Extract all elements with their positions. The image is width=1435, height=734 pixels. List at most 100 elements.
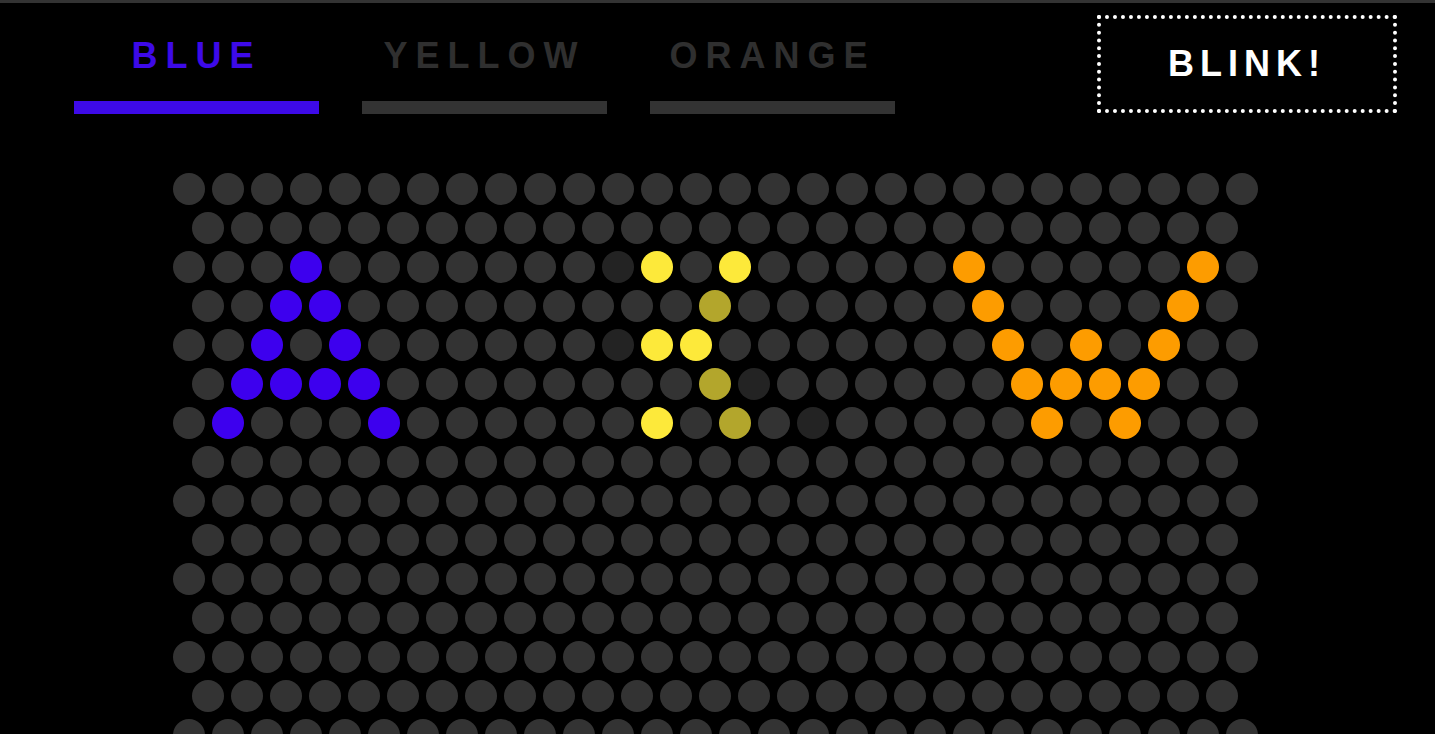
led-dot[interactable] <box>1050 368 1082 400</box>
led-dot[interactable] <box>251 563 283 595</box>
led-dot[interactable] <box>446 563 478 595</box>
led-dot[interactable] <box>231 290 263 322</box>
led-dot[interactable] <box>368 485 400 517</box>
led-dot[interactable] <box>699 680 731 712</box>
led-dot[interactable] <box>407 407 439 439</box>
led-dot[interactable] <box>641 173 673 205</box>
led-dot[interactable] <box>719 563 751 595</box>
led-dot[interactable] <box>1050 446 1082 478</box>
led-dot[interactable] <box>894 368 926 400</box>
led-dot[interactable] <box>641 407 673 439</box>
led-dot[interactable] <box>387 290 419 322</box>
led-dot[interactable] <box>933 212 965 244</box>
led-dot[interactable] <box>1128 680 1160 712</box>
led-dot[interactable] <box>914 251 946 283</box>
led-dot[interactable] <box>719 173 751 205</box>
led-dot[interactable] <box>680 407 712 439</box>
led-dot[interactable] <box>758 563 790 595</box>
led-dot[interactable] <box>212 719 244 734</box>
led-dot[interactable] <box>348 602 380 634</box>
led-dot[interactable] <box>309 680 341 712</box>
led-dot[interactable] <box>212 173 244 205</box>
led-dot[interactable] <box>875 641 907 673</box>
led-dot[interactable] <box>290 641 322 673</box>
led-dot[interactable] <box>1187 407 1219 439</box>
led-dot[interactable] <box>797 563 829 595</box>
led-dot[interactable] <box>816 680 848 712</box>
led-dot[interactable] <box>329 563 361 595</box>
led-dot[interactable] <box>1167 602 1199 634</box>
led-dot[interactable] <box>368 251 400 283</box>
led-dot[interactable] <box>680 173 712 205</box>
led-dot[interactable] <box>855 602 887 634</box>
led-dot[interactable] <box>524 173 556 205</box>
led-dot[interactable] <box>348 680 380 712</box>
led-dot[interactable] <box>485 173 517 205</box>
led-dot[interactable] <box>1011 368 1043 400</box>
led-dot[interactable] <box>1070 485 1102 517</box>
led-dot[interactable] <box>836 173 868 205</box>
tab[interactable]: BLUE <box>74 36 319 114</box>
led-dot[interactable] <box>1089 680 1121 712</box>
led-dot[interactable] <box>777 524 809 556</box>
led-dot[interactable] <box>329 641 361 673</box>
led-dot[interactable] <box>270 446 302 478</box>
led-dot[interactable] <box>972 680 1004 712</box>
led-dot[interactable] <box>1109 485 1141 517</box>
led-dot[interactable] <box>543 602 575 634</box>
led-dot[interactable] <box>992 485 1024 517</box>
led-dot[interactable] <box>953 719 985 734</box>
led-dot[interactable] <box>543 290 575 322</box>
led-dot[interactable] <box>1050 680 1082 712</box>
led-dot[interactable] <box>1226 329 1258 361</box>
led-dot[interactable] <box>1070 407 1102 439</box>
led-dot[interactable] <box>485 641 517 673</box>
led-dot[interactable] <box>972 212 1004 244</box>
led-dot[interactable] <box>524 563 556 595</box>
led-dot[interactable] <box>602 173 634 205</box>
led-dot[interactable] <box>368 173 400 205</box>
led-dot[interactable] <box>524 641 556 673</box>
led-dot[interactable] <box>1031 719 1063 734</box>
led-dot[interactable] <box>621 524 653 556</box>
led-dot[interactable] <box>192 290 224 322</box>
led-dot[interactable] <box>329 329 361 361</box>
led-dot[interactable] <box>504 212 536 244</box>
led-dot[interactable] <box>855 680 887 712</box>
led-dot[interactable] <box>173 485 205 517</box>
led-dot[interactable] <box>836 641 868 673</box>
led-dot[interactable] <box>1148 563 1180 595</box>
led-dot[interactable] <box>407 251 439 283</box>
led-dot[interactable] <box>582 602 614 634</box>
led-dot[interactable] <box>836 485 868 517</box>
led-dot[interactable] <box>836 563 868 595</box>
led-dot[interactable] <box>192 446 224 478</box>
led-dot[interactable] <box>660 602 692 634</box>
led-dot[interactable] <box>173 329 205 361</box>
led-dot[interactable] <box>914 407 946 439</box>
led-dot[interactable] <box>914 485 946 517</box>
led-dot[interactable] <box>192 212 224 244</box>
led-dot[interactable] <box>1148 251 1180 283</box>
led-dot[interactable] <box>329 407 361 439</box>
led-dot[interactable] <box>972 602 1004 634</box>
led-dot[interactable] <box>816 446 848 478</box>
led-dot[interactable] <box>543 446 575 478</box>
led-dot[interactable] <box>1031 329 1063 361</box>
led-dot[interactable] <box>602 407 634 439</box>
led-dot[interactable] <box>1089 524 1121 556</box>
led-dot[interactable] <box>1226 563 1258 595</box>
led-dot[interactable] <box>212 329 244 361</box>
led-dot[interactable] <box>1128 290 1160 322</box>
led-dot[interactable] <box>1089 290 1121 322</box>
led-dot[interactable] <box>173 563 205 595</box>
led-dot[interactable] <box>270 602 302 634</box>
led-dot[interactable] <box>1128 368 1160 400</box>
led-dot[interactable] <box>816 212 848 244</box>
led-dot[interactable] <box>407 563 439 595</box>
led-dot[interactable] <box>602 719 634 734</box>
led-dot[interactable] <box>290 485 322 517</box>
led-dot[interactable] <box>1148 329 1180 361</box>
led-dot[interactable] <box>524 407 556 439</box>
led-dot[interactable] <box>212 485 244 517</box>
